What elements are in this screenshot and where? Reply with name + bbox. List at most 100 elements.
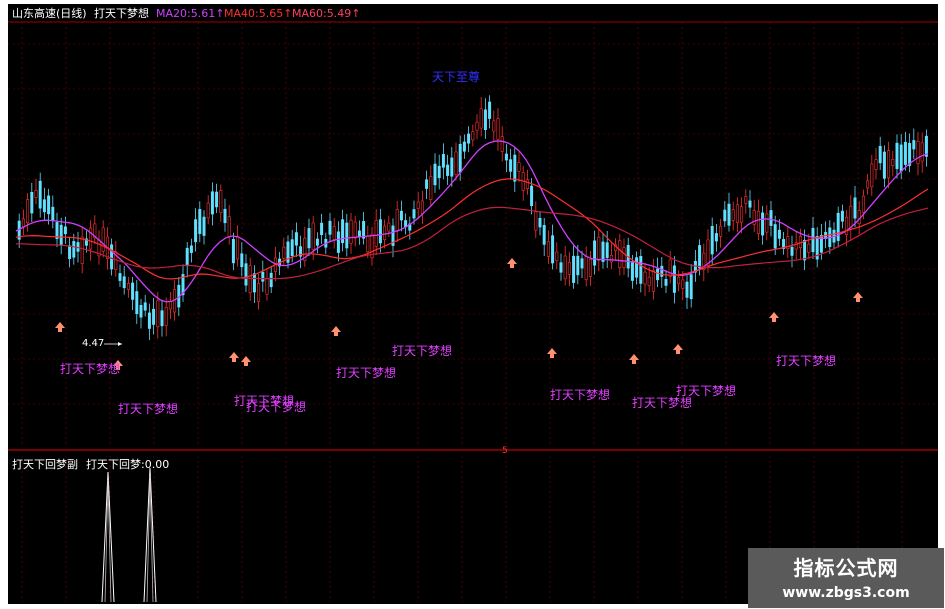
candle-body bbox=[164, 306, 168, 326]
watermark-url: www.zbgs3.com bbox=[782, 585, 910, 601]
candle-body bbox=[315, 238, 319, 246]
buy-arrow-icon bbox=[229, 352, 239, 362]
candle-body bbox=[899, 144, 903, 172]
candle-body bbox=[118, 273, 122, 281]
candle-body bbox=[219, 190, 223, 214]
candle-body bbox=[887, 150, 891, 179]
candle-body bbox=[110, 244, 114, 270]
candle-body bbox=[383, 225, 387, 241]
candle-body bbox=[807, 243, 811, 253]
candle-body bbox=[593, 240, 597, 266]
candle-body bbox=[261, 271, 265, 282]
candle-body bbox=[689, 274, 693, 300]
candle-body bbox=[89, 227, 93, 250]
candle-body bbox=[710, 226, 714, 255]
candle-body bbox=[719, 225, 723, 237]
candle-body bbox=[336, 231, 340, 253]
candle-body bbox=[210, 191, 214, 215]
candle-body bbox=[555, 251, 559, 261]
buy-arrow-icon bbox=[331, 326, 341, 336]
candle-body bbox=[517, 162, 521, 172]
candle-body bbox=[433, 163, 437, 186]
signal-label: 打天下梦想 bbox=[676, 384, 737, 398]
candle-body bbox=[51, 206, 55, 222]
candle-body bbox=[248, 265, 252, 294]
candle-body bbox=[895, 142, 899, 169]
candle-body bbox=[47, 195, 51, 215]
candle-body bbox=[740, 206, 744, 223]
signal-spike bbox=[146, 475, 154, 603]
candle-body bbox=[714, 233, 718, 242]
candle-body bbox=[609, 254, 613, 263]
signal-label: 打天下梦想 bbox=[336, 366, 397, 380]
candle-body bbox=[328, 220, 332, 235]
candle-body bbox=[572, 255, 576, 283]
candle-body bbox=[135, 291, 139, 315]
candle-body bbox=[488, 101, 492, 119]
candle-body bbox=[618, 240, 622, 268]
buy-arrow-icon bbox=[55, 322, 65, 332]
candle-body bbox=[378, 219, 382, 244]
candle-body bbox=[63, 226, 67, 235]
candle-body bbox=[34, 190, 38, 198]
candle-body bbox=[387, 222, 391, 232]
buy-arrow-icon bbox=[547, 348, 557, 358]
candle-body bbox=[231, 238, 235, 264]
candle-body bbox=[462, 141, 466, 152]
candle-body bbox=[525, 179, 529, 190]
pointer-arrow-icon bbox=[118, 342, 122, 346]
candle-body bbox=[437, 165, 441, 179]
candle-body bbox=[584, 256, 588, 280]
candle-body bbox=[635, 257, 639, 278]
buy-arrow-icon bbox=[629, 354, 639, 364]
candle-body bbox=[857, 210, 861, 224]
candle-body bbox=[677, 276, 681, 285]
candle-body bbox=[454, 151, 458, 175]
peak-label: 天下至尊 bbox=[432, 70, 481, 84]
candle-body bbox=[202, 216, 206, 236]
candle-body bbox=[845, 216, 849, 236]
candle-body bbox=[68, 245, 72, 260]
candle-body bbox=[362, 221, 366, 239]
candle-body bbox=[59, 224, 63, 246]
candle-body bbox=[42, 199, 46, 213]
candle-body bbox=[215, 191, 219, 208]
candle-body bbox=[198, 209, 202, 234]
candle-body bbox=[332, 226, 336, 240]
candle-body bbox=[513, 154, 517, 182]
candle-body bbox=[311, 222, 315, 251]
candle-body bbox=[639, 256, 643, 284]
candle-body bbox=[446, 164, 450, 176]
candle-body bbox=[320, 222, 324, 235]
candle-body bbox=[147, 312, 151, 329]
kline-chart[interactable] bbox=[8, 4, 938, 604]
candle-body bbox=[21, 218, 25, 228]
candle-body bbox=[664, 278, 668, 286]
watermark-title: 指标公式网 bbox=[793, 556, 899, 580]
stock-name: 山东高速(日线) bbox=[12, 7, 87, 20]
candle-body bbox=[563, 255, 567, 280]
candle-body bbox=[538, 218, 542, 228]
candle-body bbox=[475, 121, 479, 131]
candle-body bbox=[870, 163, 874, 188]
candle-body bbox=[471, 131, 475, 141]
candle-body bbox=[706, 239, 710, 266]
candle-body bbox=[194, 219, 198, 243]
candle-body bbox=[374, 220, 378, 247]
ma40-readout: MA40:5.65↑ bbox=[224, 7, 293, 20]
candle-body bbox=[425, 179, 429, 189]
candle-body bbox=[290, 239, 294, 256]
candle-body bbox=[416, 201, 420, 210]
sub-indicator-value: 打天下回梦:0.00 bbox=[86, 458, 170, 471]
candle-body bbox=[773, 224, 777, 249]
candle-body bbox=[269, 272, 273, 288]
candle-body bbox=[656, 268, 660, 281]
candle-body bbox=[395, 209, 399, 232]
candle-body bbox=[731, 209, 735, 221]
candle-body bbox=[26, 199, 30, 224]
buy-arrow-icon bbox=[673, 344, 683, 354]
candle-body bbox=[240, 253, 244, 268]
candle-body bbox=[744, 196, 748, 204]
candle-body bbox=[143, 302, 147, 311]
candle-body bbox=[903, 141, 907, 165]
